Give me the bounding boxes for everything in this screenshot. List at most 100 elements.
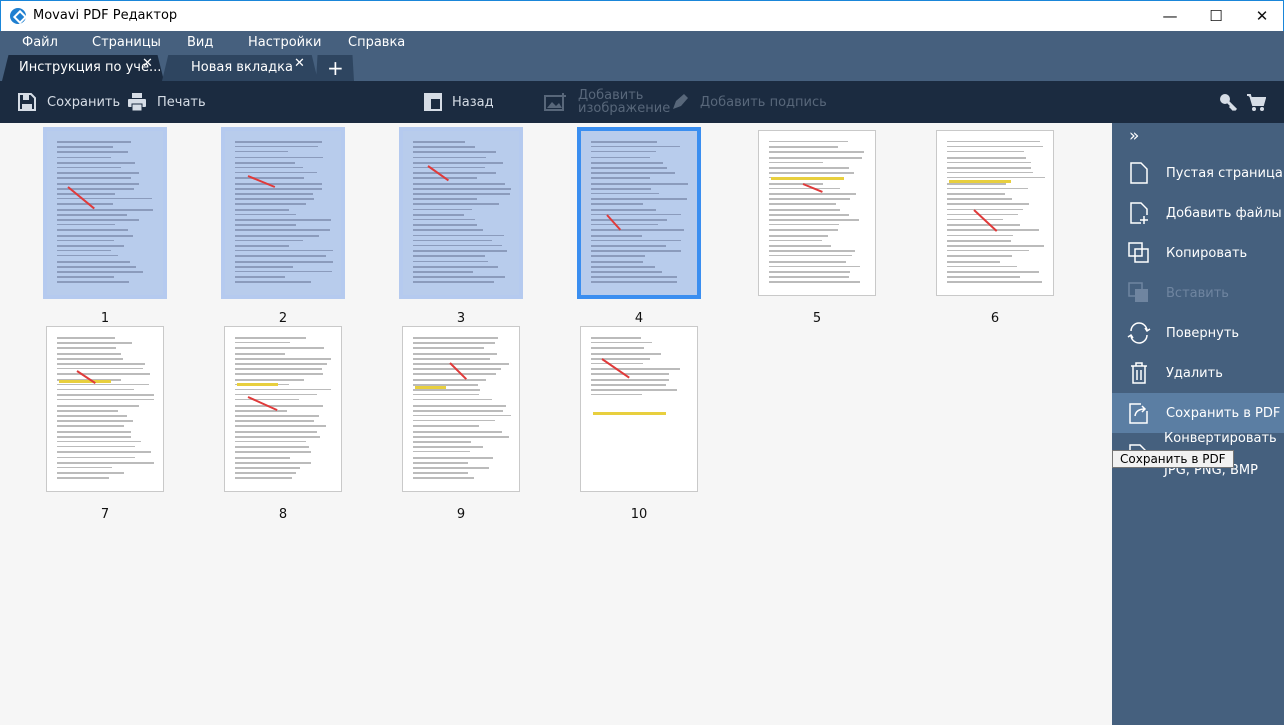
add-files-label: Добавить файлы (1166, 205, 1282, 221)
printer-icon (128, 93, 146, 112)
text-line (769, 276, 849, 279)
text-line (235, 172, 318, 174)
page-number: 3 (456, 311, 466, 326)
text-line (413, 281, 495, 284)
page-thumbnail[interactable] (936, 130, 1054, 296)
back-button[interactable]: Назад (424, 81, 494, 123)
text-line (57, 167, 121, 168)
text-line (413, 378, 487, 381)
tab-new[interactable]: Новая вкладка ✕ (162, 55, 318, 81)
text-line (57, 389, 134, 390)
text-line (591, 363, 644, 364)
add-signature-button[interactable]: Добавить подпись (670, 81, 827, 123)
text-line (591, 156, 651, 158)
text-line (591, 141, 657, 143)
text-line (413, 141, 466, 143)
text-line (591, 255, 645, 258)
text-line (591, 224, 658, 226)
text-line (235, 404, 323, 407)
page-thumbnail[interactable] (402, 326, 520, 492)
text-line (591, 276, 677, 279)
delete-button[interactable]: Удалить (1112, 353, 1284, 393)
text-line (413, 276, 506, 279)
menu-pages[interactable]: Страницы (92, 35, 161, 50)
add-image-button[interactable]: Добавить изображение (544, 81, 670, 123)
page-thumbnail[interactable] (399, 127, 523, 299)
text-line (235, 420, 314, 423)
add-files-button[interactable]: Добавить файлы (1112, 193, 1284, 233)
text-line (591, 172, 675, 175)
text-line (235, 219, 332, 221)
text-line (57, 441, 141, 442)
text-line (413, 234, 505, 236)
page-thumbnail[interactable] (224, 326, 342, 492)
highlight-mark (593, 411, 667, 415)
text-line (413, 342, 495, 345)
text-line (235, 373, 323, 376)
blank-page-button[interactable]: Пустая страница (1112, 153, 1284, 193)
maximize-button[interactable]: ☐ (1193, 1, 1239, 32)
new-tab-button[interactable]: + (316, 55, 354, 81)
rotate-button[interactable]: Повернуть (1112, 313, 1284, 353)
trash-icon (1131, 362, 1147, 384)
text-line (769, 172, 854, 175)
title-bar: Movavi PDF Редактор — ☐ ✕ (0, 0, 1284, 31)
menu-settings[interactable]: Настройки (248, 35, 321, 50)
save-button[interactable]: Сохранить (17, 81, 120, 123)
text-line (57, 141, 131, 143)
pen-icon (673, 94, 688, 109)
blank-page-icon (1130, 162, 1148, 184)
menu-help[interactable]: Справка (348, 35, 405, 50)
text-line (947, 281, 1043, 284)
text-line (235, 399, 299, 401)
text-line (235, 265, 293, 268)
page-thumbnail[interactable] (46, 326, 164, 492)
text-line (57, 394, 155, 397)
copy-button[interactable]: Копировать (1112, 233, 1284, 273)
menu-file[interactable]: Файл (22, 35, 58, 50)
collapse-panel-button[interactable]: » (1129, 126, 1139, 146)
text-line (413, 260, 488, 262)
page-thumbnail[interactable] (758, 130, 876, 296)
close-tab-icon[interactable]: ✕ (142, 55, 153, 77)
add-image-label: Добавить изображение (578, 88, 671, 116)
text-line (235, 229, 330, 232)
text-line (769, 213, 850, 216)
text-line (235, 425, 326, 428)
print-button[interactable]: Печать (127, 81, 206, 123)
annotation-arrow (973, 208, 998, 232)
cart-button[interactable] (1246, 81, 1266, 123)
page-thumbnails-area: 1 2 3 4 5 6 7 8 9 10 (0, 123, 1112, 725)
text-line (947, 271, 1039, 273)
tab-document[interactable]: Инструкция по уче... ✕ (2, 55, 164, 81)
close-button[interactable]: ✕ (1239, 1, 1284, 32)
minimize-button[interactable]: — (1147, 1, 1193, 32)
page-number: 5 (812, 311, 822, 326)
text-line (947, 172, 1033, 174)
text-line (413, 446, 483, 449)
text-line (413, 265, 498, 268)
page-thumbnail[interactable] (577, 127, 701, 299)
text-line (591, 167, 667, 169)
text-line (591, 352, 661, 355)
key-button[interactable] (1219, 81, 1237, 123)
save-to-pdf-button[interactable]: Сохранить в PDF (1112, 393, 1284, 433)
page-thumbnail[interactable] (221, 127, 345, 299)
text-line (413, 357, 491, 360)
text-line (947, 234, 1014, 236)
save-to-pdf-label: Сохранить в PDF (1166, 405, 1281, 421)
key-icon (1220, 94, 1237, 111)
text-line (947, 255, 1012, 258)
text-line (57, 151, 129, 154)
text-line (57, 213, 128, 216)
text-line (235, 347, 324, 350)
text-line (235, 245, 289, 247)
menu-view[interactable]: Вид (187, 35, 213, 50)
text-line (947, 265, 1018, 267)
text-line (413, 146, 476, 149)
page-thumbnail[interactable] (580, 326, 698, 492)
close-tab-icon[interactable]: ✕ (294, 55, 305, 77)
paste-button[interactable]: Вставить (1112, 273, 1284, 313)
text-line (591, 161, 663, 164)
page-thumbnail[interactable] (43, 127, 167, 299)
